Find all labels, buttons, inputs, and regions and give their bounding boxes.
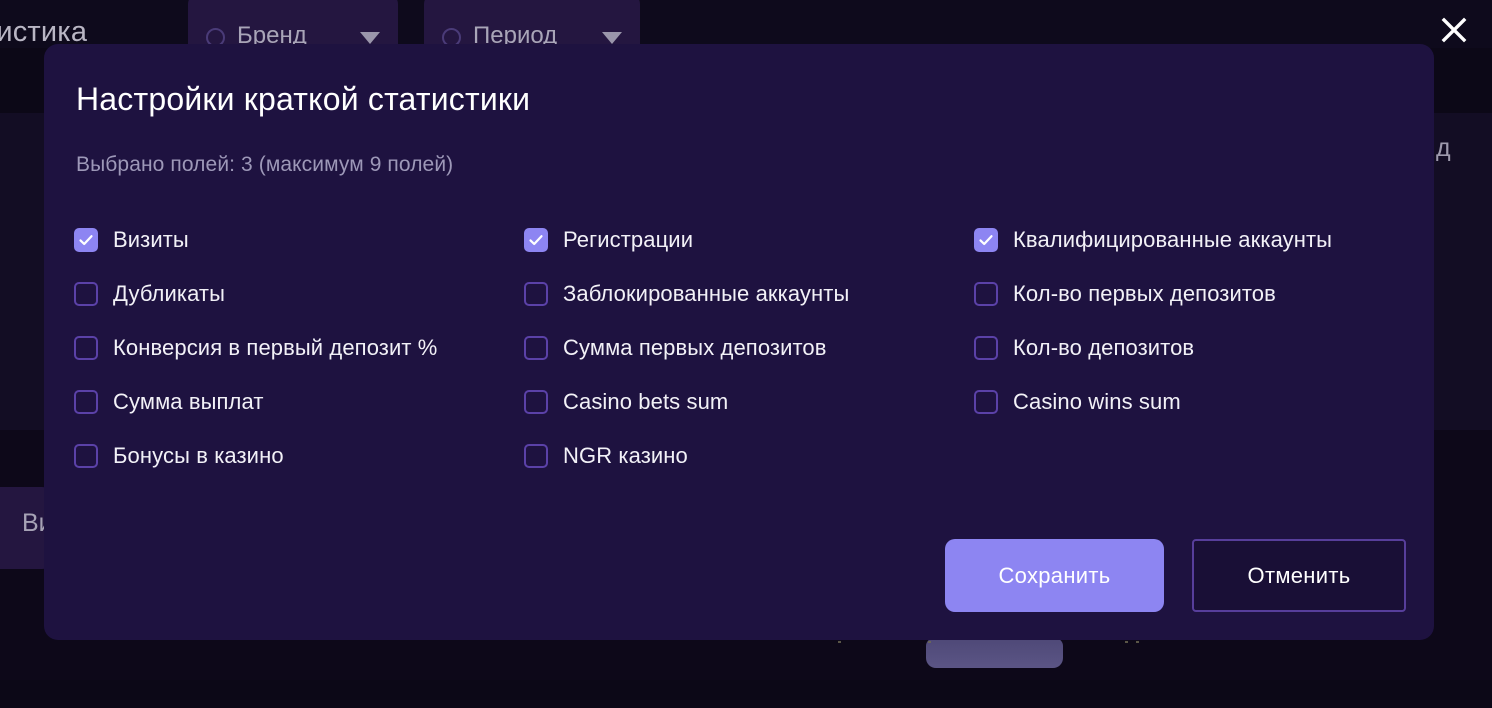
background-tick-dot <box>928 641 931 643</box>
field-label: Casino wins sum <box>1013 389 1181 415</box>
field-checkbox-row[interactable]: Конверсия в первый депозит % <box>74 321 524 375</box>
checkbox-unchecked-icon[interactable] <box>524 336 548 361</box>
checkbox-unchecked-icon[interactable] <box>74 336 98 361</box>
checkbox-unchecked-icon[interactable] <box>74 282 98 307</box>
field-checkbox-row[interactable]: Квалифицированные аккаунты <box>974 213 1402 267</box>
field-checkbox-row[interactable]: Кол-во первых депозитов <box>974 267 1402 321</box>
background-right-label: д <box>1436 134 1451 162</box>
checkbox-unchecked-icon[interactable] <box>974 336 998 361</box>
checkbox-checked-icon[interactable] <box>974 228 998 253</box>
checkbox-unchecked-icon[interactable] <box>974 390 998 415</box>
field-checkbox-row[interactable]: NGR казино <box>524 429 974 483</box>
checkbox-unchecked-icon[interactable] <box>524 282 548 307</box>
field-checkbox-row[interactable]: Визиты <box>74 213 524 267</box>
field-label: Кол-во депозитов <box>1013 335 1195 361</box>
field-checkbox-row[interactable]: Сумма выплат <box>74 375 524 429</box>
field-checkbox-row[interactable]: Сумма первых депозитов <box>524 321 974 375</box>
field-label: Заблокированные аккаунты <box>563 281 850 307</box>
field-label: Квалифицированные аккаунты <box>1013 227 1333 253</box>
dialog-title: Настройки краткой статистики <box>76 81 531 117</box>
field-label: Кол-во первых депозитов <box>1013 281 1276 307</box>
checkbox-checked-icon[interactable] <box>74 228 98 253</box>
field-label: Бонусы в казино <box>113 443 284 469</box>
field-checkbox-row[interactable]: Бонусы в казино <box>74 429 524 483</box>
background-tick-dot <box>1136 641 1139 643</box>
field-label: Сумма выплат <box>113 389 264 415</box>
selected-fields-counter: Выбрано полей: 3 (максимум 9 полей) <box>76 153 454 177</box>
fields-column-1: Визиты Дубликаты Конверсия в первый депози… <box>74 213 524 483</box>
field-checkbox-row[interactable]: Casino bets sum <box>524 375 974 429</box>
close-icon <box>1441 17 1467 43</box>
short-statistics-settings-dialog: Настройки краткой статистики Выбрано пол… <box>44 44 1434 640</box>
field-label: Дубликаты <box>113 281 226 307</box>
field-checkbox-row[interactable]: Кол-во депозитов <box>974 321 1402 375</box>
field-checkbox-row[interactable]: Регистрации <box>524 213 974 267</box>
checkbox-unchecked-icon[interactable] <box>524 444 548 469</box>
checkbox-checked-icon[interactable] <box>524 228 548 253</box>
field-checkbox-row[interactable]: Casino wins sum <box>974 375 1402 429</box>
fields-column-3: Квалифицированные аккаунты Кол-во первых … <box>974 213 1402 483</box>
field-label: Сумма первых депозитов <box>563 335 827 361</box>
field-label: Casino bets sum <box>563 389 729 415</box>
field-label: Визиты <box>113 227 189 253</box>
checkbox-unchecked-icon[interactable] <box>974 282 998 307</box>
fields-column-2: Регистрации Заблокированные аккаунты Сумма… <box>524 213 974 483</box>
field-label: NGR казино <box>563 443 688 469</box>
chevron-down-icon <box>360 32 380 44</box>
dialog-actions: Сохранить Отменить <box>945 539 1406 612</box>
chevron-down-icon <box>602 32 622 44</box>
close-button[interactable] <box>1432 8 1476 52</box>
background-chart-tooltip <box>926 638 1063 668</box>
field-label: Конверсия в первый депозит % <box>113 335 438 361</box>
background-tick-dot <box>1125 641 1128 643</box>
background-tick-dot <box>838 641 841 643</box>
field-checkbox-row[interactable]: Дубликаты <box>74 267 524 321</box>
save-button[interactable]: Сохранить <box>945 539 1164 612</box>
cancel-button[interactable]: Отменить <box>1192 539 1406 612</box>
field-label: Регистрации <box>563 227 694 253</box>
checkbox-unchecked-icon[interactable] <box>524 390 548 415</box>
checkbox-unchecked-icon[interactable] <box>74 444 98 469</box>
fields-grid: Визиты Дубликаты Конверсия в первый депози… <box>74 213 1402 483</box>
checkbox-unchecked-icon[interactable] <box>74 390 98 415</box>
field-checkbox-row[interactable]: Заблокированные аккаунты <box>524 267 974 321</box>
